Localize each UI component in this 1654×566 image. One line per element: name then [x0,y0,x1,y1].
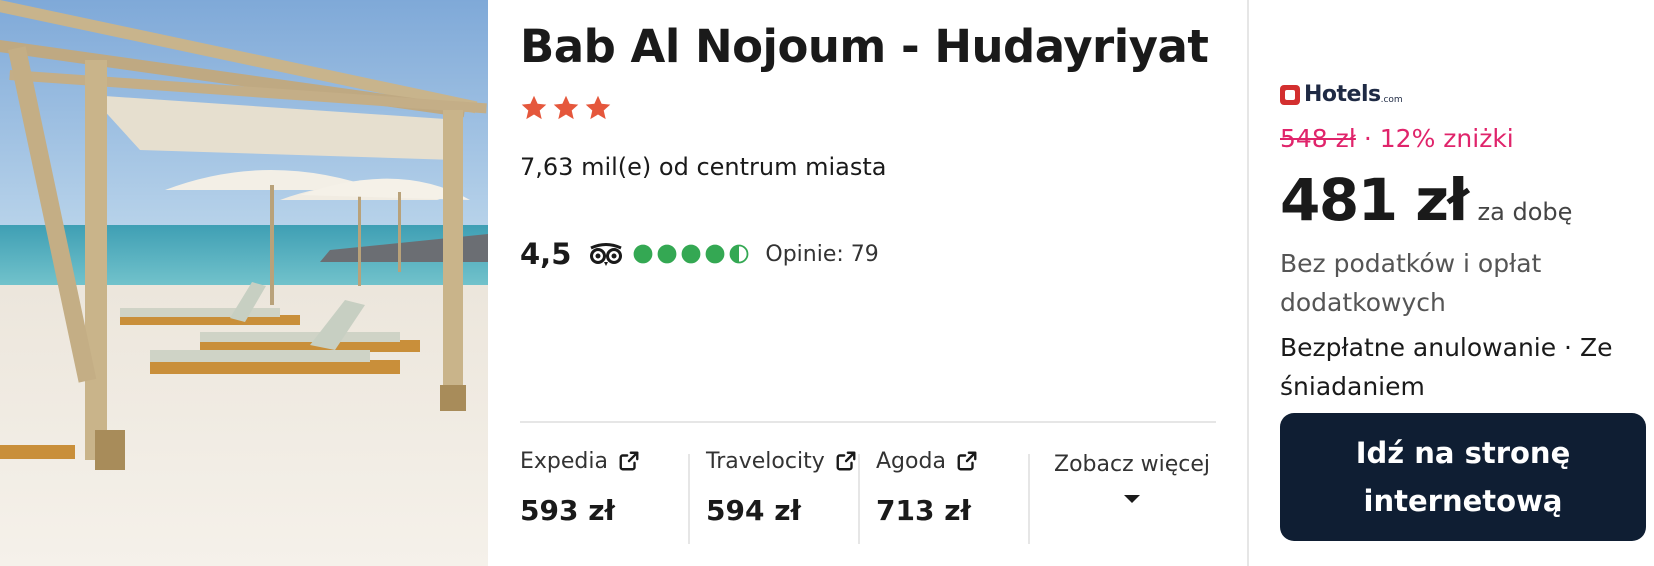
separator: · [1363,124,1372,153]
taxes-note: Bez podatków i opłat dodatkowych [1280,249,1542,317]
provider-name: Hotels [1304,82,1381,107]
tripadvisor-owl-icon [590,243,623,266]
partner-expedia[interactable]: Expedia 593 zł [520,446,680,546]
see-more-label: Zobacz więcej [1054,452,1210,477]
partner-name: Expedia [520,448,608,474]
hotel-info: Bab Al Nojoum - Hudayriyat 7,63 mil(e) o… [488,0,1248,566]
star-icon [585,95,611,120]
hotel-photo[interactable] [0,0,488,566]
divider [1028,454,1030,544]
discount-line: 548 zł · 12% zniżki [1280,124,1514,153]
star-icon [553,95,579,120]
external-link-icon [619,451,639,471]
hotel-star-rating [520,94,612,122]
rating-bubble [729,244,749,264]
distance-text: 7,63 mil(e) od centrum miasta [520,153,887,181]
discount-label: 12% zniżki [1379,124,1514,153]
see-more-button[interactable]: Zobacz więcej [1048,452,1216,505]
hotel-result-card: Bab Al Nojoum - Hudayriyat 7,63 mil(e) o… [0,0,1654,566]
caret-down-icon [1124,495,1140,503]
partner-price: 713 zł [876,494,971,527]
provider-logo: Hotels .com [1280,82,1403,107]
star-icon [521,95,547,120]
per-night-label: za dobę [1477,198,1573,226]
partner-price: 594 zł [706,494,801,527]
beach-photo [0,0,488,566]
price-line: 481 zł za dobę [1280,166,1572,234]
hotel-title[interactable]: Bab Al Nojoum - Hudayriyat [520,20,1209,73]
hotels-logo-icon [1280,84,1300,105]
rating-row[interactable]: 4,5 Opinie: 79 [520,234,879,274]
partner-name: Agoda [876,448,946,474]
external-link-icon [836,451,856,471]
partner-travelocity[interactable]: Travelocity 594 zł [706,446,866,546]
rating-bubble [705,244,725,264]
current-price: 481 zł [1280,166,1469,234]
rating-bubble [633,244,653,264]
divider [858,454,860,544]
rating-bubbles [633,244,749,264]
partner-price: 593 zł [520,494,615,527]
divider [688,454,690,544]
partner-prices: Expedia 593 zł Travelocity 594 zł Agoda [520,446,1216,546]
rating-bubble [681,244,701,264]
provider-suffix: .com [1380,95,1403,105]
old-price: 548 zł [1280,124,1356,153]
rating-bubble [657,244,677,264]
review-count[interactable]: Opinie: 79 [765,242,878,267]
external-link-icon [957,451,977,471]
partner-agoda[interactable]: Agoda 713 zł [876,446,1026,546]
partner-name: Travelocity [706,448,825,474]
amenities-text: Bezpłatne anulowanie · Ze śniadaniem [1280,333,1613,401]
rating-value: 4,5 [520,237,572,271]
divider [520,421,1216,423]
best-offer: Hotels .com 548 zł · 12% zniżki 481 zł z… [1248,0,1654,566]
go-to-site-button[interactable]: Idź na stronę internetową [1280,413,1646,541]
